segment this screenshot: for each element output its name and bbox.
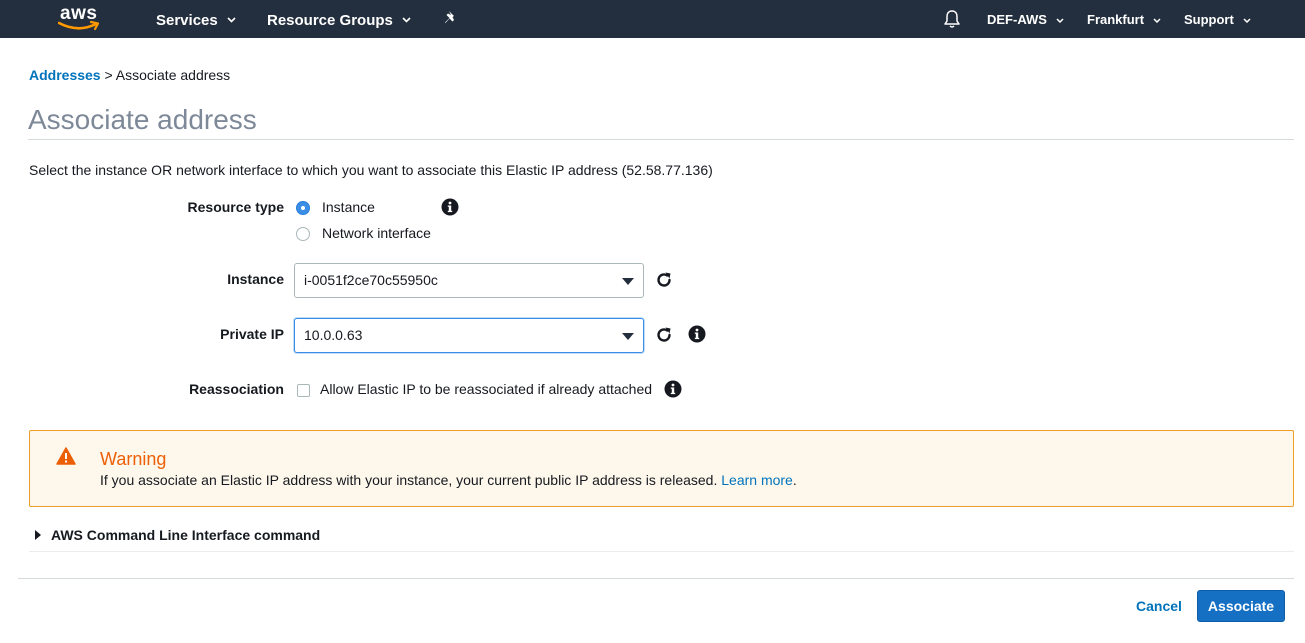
chevron-down-icon: [1243, 0, 1251, 38]
dropdown-arrow-icon: [622, 333, 634, 340]
refresh-icon[interactable]: [654, 325, 674, 345]
refresh-icon[interactable]: [654, 270, 674, 290]
caret-right-icon: [35, 530, 41, 540]
warning-message: If you associate an Elastic IP address w…: [100, 472, 797, 488]
footer-divider: [18, 578, 1294, 579]
bell-icon[interactable]: [943, 9, 961, 29]
cli-command-label: AWS Command Line Interface command: [51, 527, 321, 543]
warning-title: Warning: [100, 449, 167, 469]
warning-alert: Warning If you associate an Elastic IP a…: [29, 430, 1294, 507]
warning-text: If you associate an Elastic IP address w…: [100, 472, 718, 488]
region-label: Frankfurt: [1087, 12, 1145, 27]
chevron-down-icon: [402, 0, 411, 38]
region-menu[interactable]: Frankfurt: [1087, 0, 1161, 38]
instance-select-value: i-0051f2ce70c55950c: [304, 272, 438, 288]
associate-button[interactable]: Associate: [1197, 590, 1285, 622]
learn-more-link[interactable]: Learn more: [721, 472, 793, 488]
aws-smile-icon: [58, 20, 100, 31]
reassociation-checkbox-label[interactable]: Allow Elastic IP to be reassociated if a…: [320, 381, 652, 397]
chevron-down-icon: [227, 0, 236, 38]
resource-type-label: Resource type: [187, 199, 284, 215]
radio-network-interface[interactable]: [296, 227, 310, 241]
info-icon[interactable]: [441, 198, 459, 216]
radio-instance-label[interactable]: Instance: [322, 199, 375, 215]
private-ip-select[interactable]: 10.0.0.63: [294, 318, 644, 353]
reassociation-checkbox[interactable]: [297, 384, 310, 397]
top-navigation: aws Services Resource Groups DEF-AWS Fra…: [0, 0, 1305, 38]
services-menu[interactable]: Services: [156, 0, 236, 38]
dropdown-arrow-icon: [622, 278, 634, 285]
title-divider: [28, 139, 1294, 140]
instance-select[interactable]: i-0051f2ce70c55950c: [294, 263, 644, 298]
private-ip-select-value: 10.0.0.63: [304, 327, 363, 343]
breadcrumb-addresses-link[interactable]: Addresses: [29, 67, 101, 83]
support-menu[interactable]: Support: [1184, 0, 1251, 38]
pin-icon[interactable]: [443, 10, 459, 26]
radio-instance[interactable]: [296, 201, 310, 215]
cli-command-toggle[interactable]: AWS Command Line Interface command: [35, 527, 320, 543]
page-title: Associate address: [28, 104, 257, 135]
reassociation-label: Reassociation: [189, 381, 284, 397]
radio-network-interface-label[interactable]: Network interface: [322, 225, 431, 241]
breadcrumb-separator: >: [100, 67, 116, 83]
private-ip-label: Private IP: [220, 326, 284, 342]
services-label: Services: [156, 12, 218, 29]
breadcrumb: Addresses > Associate address: [29, 67, 230, 83]
info-icon[interactable]: [664, 380, 682, 398]
info-icon[interactable]: [688, 325, 706, 343]
instance-label: Instance: [227, 271, 284, 287]
resource-groups-label: Resource Groups: [267, 12, 393, 29]
chevron-down-icon: [1056, 0, 1064, 38]
warning-suffix: .: [792, 472, 797, 488]
breadcrumb-current: Associate address: [115, 67, 231, 83]
resource-groups-menu[interactable]: Resource Groups: [267, 0, 411, 38]
account-menu[interactable]: DEF-AWS: [987, 0, 1064, 38]
page-description: Select the instance OR network interface…: [29, 162, 713, 178]
support-label: Support: [1184, 12, 1234, 27]
account-label: DEF-AWS: [987, 12, 1047, 27]
cancel-button[interactable]: Cancel: [1128, 590, 1190, 622]
aws-logo[interactable]: aws: [58, 3, 104, 35]
chevron-down-icon: [1153, 0, 1161, 38]
cli-divider: [29, 551, 1294, 552]
warning-icon: [56, 447, 76, 465]
